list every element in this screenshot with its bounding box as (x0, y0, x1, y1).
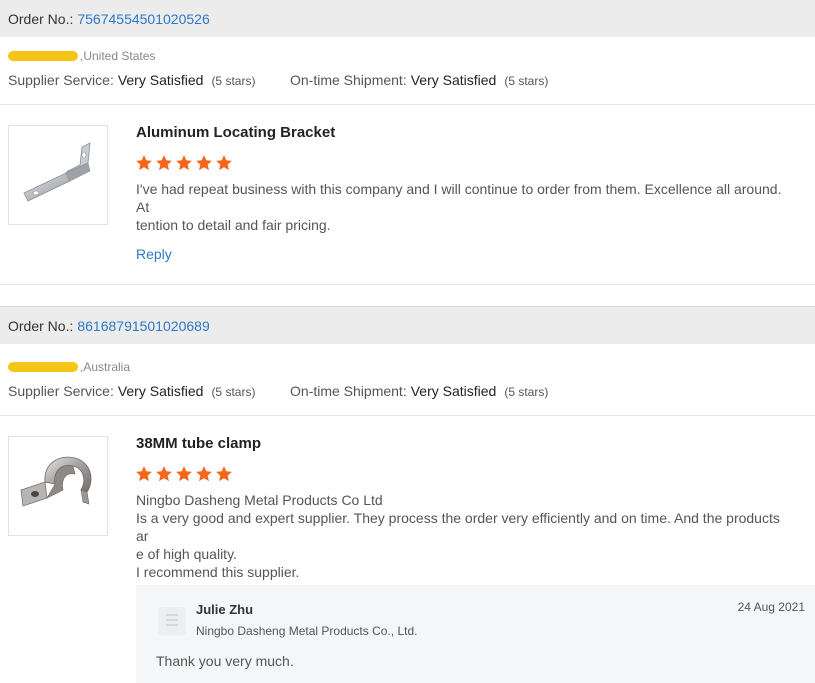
order-header: Order No.: 86168791501020689 (0, 306, 815, 344)
star-icon (136, 155, 152, 171)
supplier-service-label: Supplier Service: (8, 72, 114, 88)
star-icon (216, 466, 232, 482)
supplier-reply: Julie Zhu Ningbo Dasheng Metal Products … (136, 585, 815, 683)
review-line: e of high quality. (136, 546, 237, 562)
shipment-stars: (5 stars) (504, 385, 549, 399)
review-comment: I've had repeat business with this compa… (136, 180, 790, 234)
buyer-country: ,United States (80, 49, 156, 63)
tube-clamp-image (20, 456, 92, 507)
review-line: Ningbo Dasheng Metal Products Co Ltd (136, 492, 383, 508)
star-icon (196, 466, 212, 482)
product-title[interactable]: Aluminum Locating Bracket (136, 124, 335, 141)
shipment-value: Very Satisfied (410, 383, 497, 399)
review-line: tention to detail and fair pricing. (136, 217, 331, 233)
reply-author-name: Julie Zhu (196, 602, 254, 617)
star-rating (135, 465, 233, 483)
star-rating (135, 154, 233, 172)
reply-button[interactable]: Reply (136, 246, 172, 262)
ratings-summary: Supplier Service: Very Satisfied (5 star… (8, 72, 808, 88)
reply-date: 24 Aug 2021 (737, 600, 805, 614)
order-label: Order No.: (8, 317, 74, 334)
order-label: Order No.: (8, 10, 74, 27)
order-header: Order No.: 75674554501020526 (0, 0, 815, 37)
star-icon (196, 155, 212, 171)
supplier-service-label: Supplier Service: (8, 383, 114, 399)
divider (0, 104, 815, 105)
avatar (158, 607, 186, 635)
supplier-service-stars: (5 stars) (211, 74, 256, 88)
star-icon (176, 155, 192, 171)
order-number-link[interactable]: 75674554501020526 (77, 11, 209, 27)
shipment-value: Very Satisfied (410, 72, 497, 88)
buyer-info: ,Australia (8, 360, 130, 374)
product-title[interactable]: 38MM tube clamp (136, 435, 261, 452)
redacted-buyer-name (8, 362, 78, 372)
shipment-label: On-time Shipment: (290, 72, 407, 88)
product-thumbnail[interactable] (8, 125, 108, 225)
supplier-service-stars: (5 stars) (211, 385, 256, 399)
divider (0, 415, 815, 416)
buyer-country: ,Australia (80, 360, 131, 374)
shipment-stars: (5 stars) (504, 74, 549, 88)
supplier-service-value: Very Satisfied (117, 383, 204, 399)
review-line: I recommend this supplier. (136, 564, 300, 580)
divider (0, 284, 815, 285)
supplier-service-value: Very Satisfied (117, 72, 204, 88)
bracket-image (23, 142, 91, 202)
star-icon (156, 466, 172, 482)
star-icon (176, 466, 192, 482)
review-line: I've had repeat business with this compa… (136, 181, 782, 215)
review-line: Is a very good and expert supplier. They… (136, 510, 780, 544)
buyer-info: ,United States (8, 49, 155, 63)
product-thumbnail[interactable] (8, 436, 108, 536)
reply-message: Thank you very much. (156, 653, 294, 669)
star-icon (216, 155, 232, 171)
order-number-link[interactable]: 86168791501020689 (77, 318, 209, 334)
reply-author-company: Ningbo Dasheng Metal Products Co., Ltd. (196, 624, 418, 638)
star-icon (156, 155, 172, 171)
ratings-summary: Supplier Service: Very Satisfied (5 star… (8, 383, 808, 399)
star-icon (136, 466, 152, 482)
review-comment: Ningbo Dasheng Metal Products Co Ltd Is … (136, 491, 790, 581)
shipment-label: On-time Shipment: (290, 383, 407, 399)
redacted-buyer-name (8, 51, 78, 61)
